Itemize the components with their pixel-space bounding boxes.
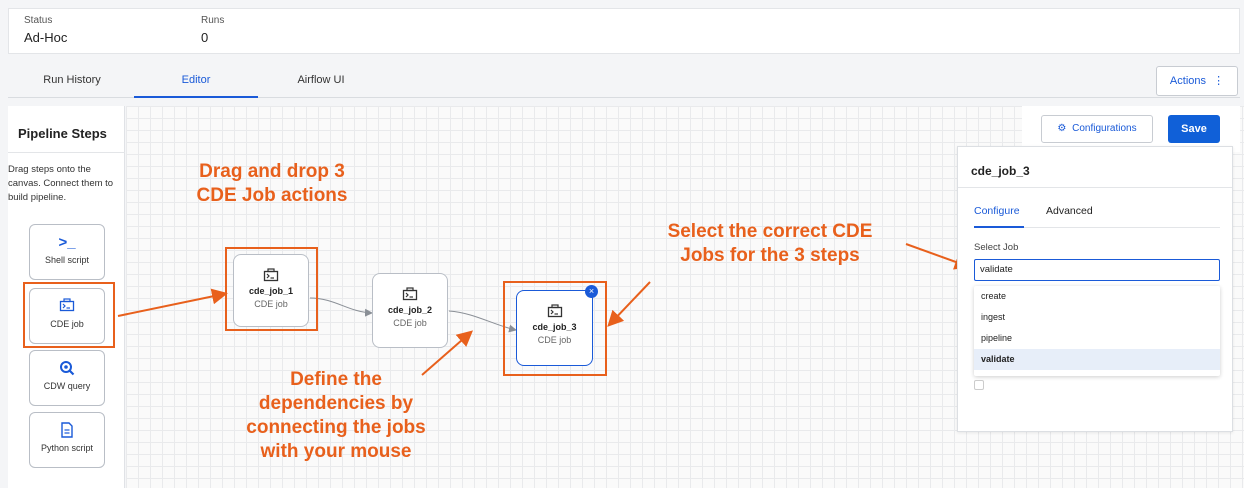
job-info-bar: Status Ad-Hoc Runs 0 [8,8,1240,54]
actions-button[interactable]: Actions ⋮ [1156,66,1238,96]
runs-label: Runs [201,15,225,26]
step-python-script[interactable]: Python script [29,412,105,468]
callout-line: connecting the jobs [246,417,426,438]
configurations-label: Configurations [1072,123,1137,134]
pipeline-editor-screen: Status Ad-Hoc Runs 0 Run History Editor … [0,0,1244,488]
callout-line: with your mouse [260,441,412,462]
node-name: cde_job_2 [387,305,433,315]
checkbox[interactable] [974,380,984,390]
tab-bar: Run History Editor Airflow UI Actions ⋮ [8,62,1240,98]
callout-line: Jobs for the 3 steps [680,245,860,266]
node-type: CDE job [537,335,572,345]
actions-label: Actions [1169,75,1206,87]
tab-editor[interactable]: Editor [134,62,258,98]
node-cde-job-1[interactable]: cde_job_1 CDE job [233,254,309,327]
cde-job-icon [263,268,279,282]
callout-line: Drag and drop 3 [199,161,345,182]
query-icon [30,360,104,378]
node-cde-job-2[interactable]: cde_job_2 CDE job [372,273,448,348]
python-script-icon [30,422,104,440]
step-cdw-query[interactable]: CDW query [29,350,105,406]
callout-line: Define the [290,369,382,390]
divider [958,187,1232,188]
callout-drag-drop: Drag and drop 3 CDE Job actions [172,160,372,208]
tab-airflow-ui[interactable]: Airflow UI [259,62,383,98]
status-label: Status [24,15,53,26]
kebab-icon: ⋮ [1213,75,1225,87]
select-job-dropdown: create ingest pipeline validate [974,286,1220,376]
callout-select-jobs: Select the correct CDE Jobs for the 3 st… [630,220,910,268]
node-type: CDE job [393,318,427,328]
node-detail-panel: cde_job_3 Configure Advanced Select Job … [957,146,1233,432]
callout-line: dependencies by [258,393,414,414]
node-name: cde_job_1 [248,286,294,296]
active-tab-indicator [974,226,1024,228]
node-name: cde_job_3 [532,322,577,332]
node-cde-job-3[interactable]: × cde_job_3 CDE job [516,285,598,366]
save-button[interactable]: Save [1168,115,1220,143]
dropdown-option[interactable]: ingest [974,307,1220,328]
callout-line: CDE Job actions [196,185,348,206]
sidebar-title: Pipeline Steps [18,126,107,141]
dropdown-option[interactable]: create [974,286,1220,307]
tab-run-history[interactable]: Run History [10,62,134,98]
divider [8,152,125,153]
tab-configure[interactable]: Configure [974,205,1020,217]
tab-advanced[interactable]: Advanced [1046,205,1093,217]
configurations-button[interactable]: ⚙ Configurations [1041,115,1153,143]
step-label: Shell script [44,255,89,265]
step-label: CDW query [43,381,91,391]
terminal-icon: >_ [58,234,76,251]
cde-job-icon [547,304,563,318]
panel-title: cde_job_3 [971,164,1030,178]
step-shell-script[interactable]: >_ Shell script [29,224,105,280]
select-job-label: Select Job [974,242,1019,253]
highlight-box-sidebar-cde [23,282,115,348]
select-job-input[interactable]: validate [974,259,1220,281]
dropdown-option-selected[interactable]: validate [974,349,1220,370]
callout-line: Select the correct CDE [667,221,873,242]
runs-value: 0 [201,30,209,45]
remove-node-icon[interactable]: × [585,285,598,298]
callout-define-dependencies: Define the dependencies by connecting th… [218,368,454,464]
sidebar-description: Drag steps onto the canvas. Connect them… [8,164,114,203]
status-value: Ad-Hoc [24,30,68,45]
gear-icon: ⚙ [1057,123,1067,134]
step-label: Python script [40,443,94,453]
node-type: CDE job [254,299,288,309]
dropdown-option[interactable]: pipeline [974,328,1220,349]
cde-job-icon [402,287,418,301]
